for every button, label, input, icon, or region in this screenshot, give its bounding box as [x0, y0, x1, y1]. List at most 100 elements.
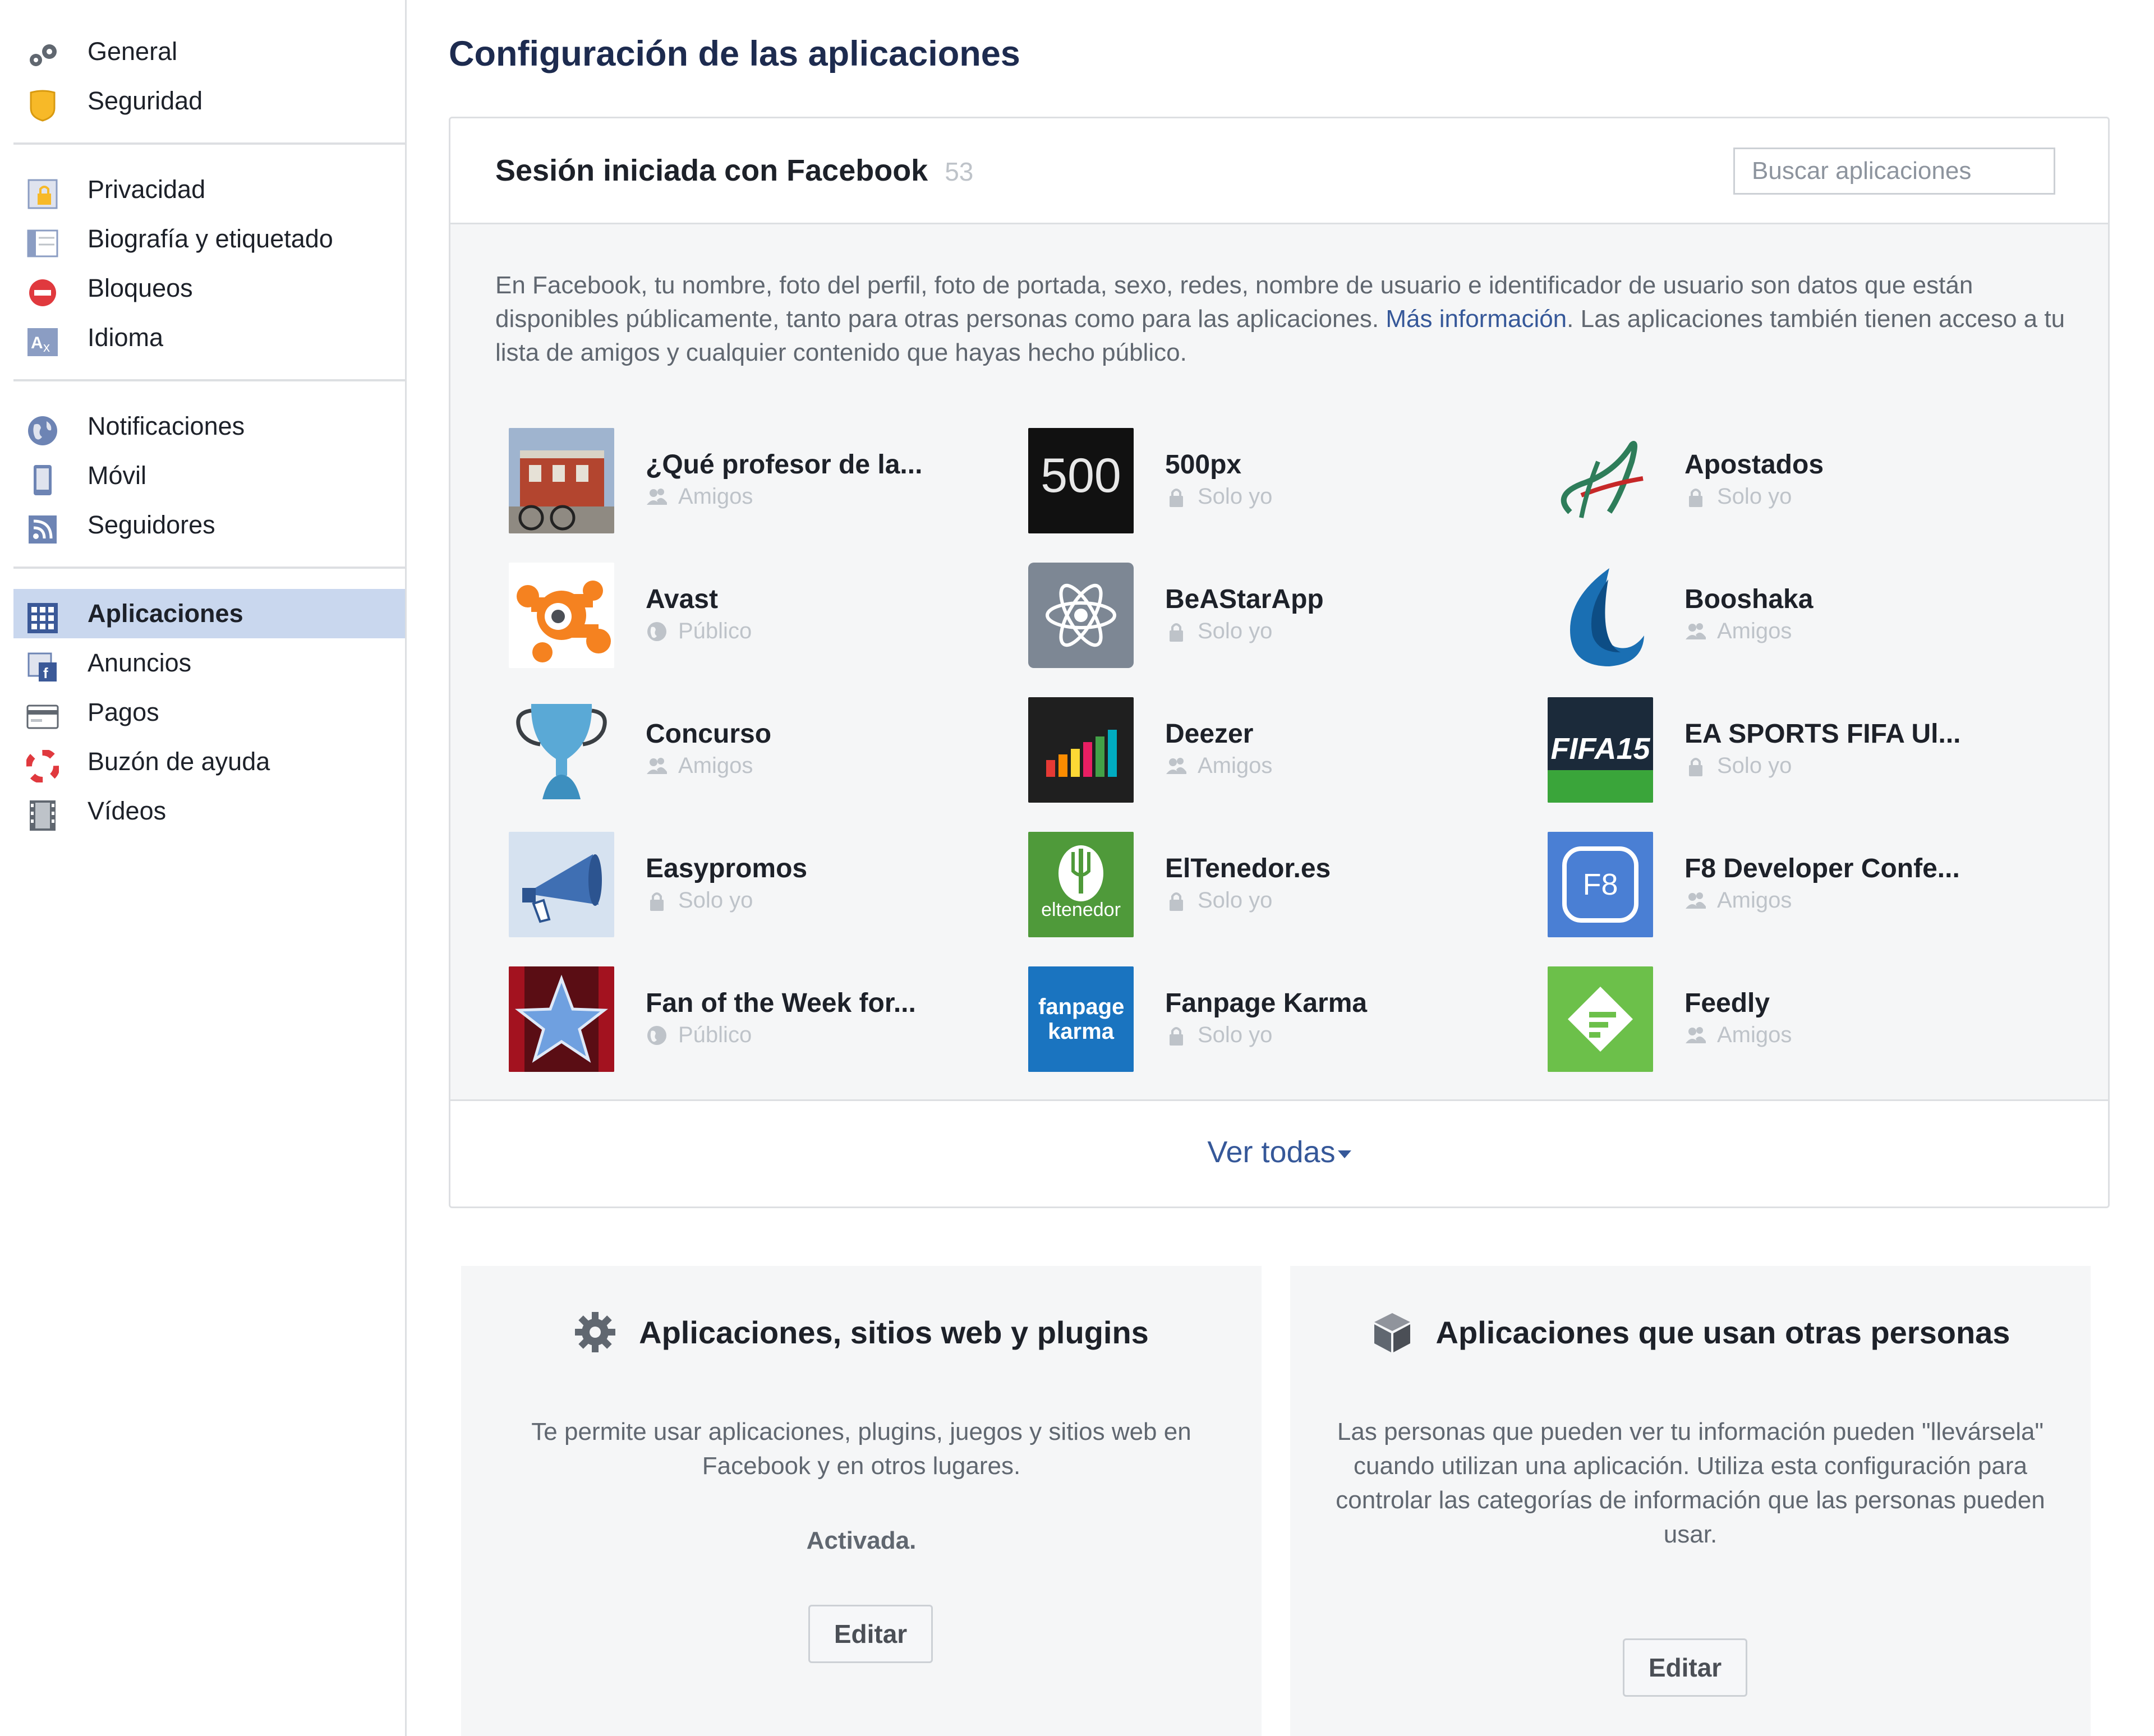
lock-icon [1689, 488, 1702, 507]
app-item[interactable]: Concurso Amigos [509, 697, 1002, 803]
gear-icon [575, 1312, 616, 1352]
sidebar-item-videos[interactable]: Vídeos [13, 786, 405, 836]
app-item[interactable]: eltenedor ElTenedor.es Solo yo [1028, 832, 1522, 937]
app-item[interactable]: fanpage karma Fanpage Karma Solo yo [1028, 966, 1522, 1072]
app-name: Apostados [1684, 450, 1824, 480]
app-privacy-label: Amigos [1717, 619, 1792, 643]
sidebar-item-label: Anuncios [88, 648, 192, 677]
sidebar-item-payments[interactable]: Pagos [13, 688, 405, 737]
globe-icon [647, 621, 666, 641]
friends-icon [1686, 1026, 1706, 1043]
language-icon: Ax [26, 325, 59, 359]
sidebar-item-timeline[interactable]: Biografía y etiquetado [13, 214, 405, 264]
app-privacy-label: Solo yo [1198, 619, 1273, 643]
app-name: Concurso [646, 719, 772, 749]
building-thumb [509, 428, 614, 533]
app-privacy-label: Solo yo [1198, 888, 1273, 913]
sidebar-item-label: Pagos [88, 698, 159, 726]
app-name: Easypromos [646, 854, 808, 883]
sidebar-item-support-inbox[interactable]: Buzón de ayuda [13, 737, 405, 786]
app-privacy: Público [646, 1023, 752, 1048]
friends-icon [1166, 757, 1186, 774]
page-title: Configuración de las aplicaciones [449, 34, 1020, 73]
lock-icon [1689, 757, 1702, 776]
settings-sidebar: General Seguridad Privacidad Biografía y… [0, 0, 407, 1736]
intro-text: En Facebook, tu nombre, foto del perfil,… [495, 269, 2066, 370]
deezer-logo [1028, 697, 1134, 803]
app-name: Deezer [1165, 719, 1254, 749]
card-title-text: Aplicaciones que usan otras personas [1435, 1314, 2010, 1350]
cube-icon [1374, 1313, 1410, 1352]
trophy-logo [509, 697, 614, 803]
lock-icon [1170, 1026, 1183, 1046]
sidebar-item-blocking[interactable]: Bloqueos [13, 264, 405, 313]
app-privacy: Solo yo [1165, 1023, 1272, 1048]
sidebar-item-followers[interactable]: Seguidores [13, 500, 405, 550]
app-item[interactable]: 500 500px Solo yo [1028, 428, 1522, 533]
card-title-text: Aplicaciones, sitios web y plugins [639, 1314, 1149, 1350]
app-name: Booshaka [1684, 584, 1814, 614]
atom-logo [1028, 563, 1134, 668]
app-item[interactable]: ¿Qué profesor de la... Amigos [509, 428, 1002, 533]
lock-icon [26, 177, 59, 211]
sidebar-item-privacy[interactable]: Privacidad [13, 165, 405, 214]
ads-icon: f [26, 651, 59, 684]
sidebar-item-label: Idioma [88, 323, 164, 352]
app-name: Avast [646, 584, 718, 614]
sidebar-item-apps[interactable]: Aplicaciones [13, 589, 405, 638]
mobile-icon [26, 463, 59, 497]
sidebar-item-notifications[interactable]: Notificaciones [13, 402, 405, 451]
app-privacy-label: Solo yo [1198, 484, 1273, 509]
f8-logo: F8 [1548, 832, 1653, 937]
search-apps-input[interactable] [1733, 148, 2055, 195]
app-privacy: Amigos [646, 484, 753, 509]
edit-button[interactable]: Editar [1623, 1638, 1747, 1697]
sidebar-item-label: Móvil [88, 461, 147, 490]
app-item[interactable]: F8 F8 Developer Confe... Amigos [1548, 832, 2041, 937]
see-all-link[interactable]: Ver todas [450, 1135, 2108, 1169]
panel-title-text: Sesión iniciada con Facebook [495, 154, 928, 187]
app-privacy: Solo yo [646, 888, 753, 913]
gears-icon [26, 39, 59, 73]
app-privacy: Solo yo [1165, 888, 1272, 913]
app-privacy-label: Público [678, 619, 752, 643]
app-count: 53 [945, 157, 974, 186]
sidebar-item-language[interactable]: Ax Idioma [13, 313, 405, 362]
app-item[interactable]: Avast Público [509, 563, 1002, 668]
sidebar-item-general[interactable]: General [13, 27, 405, 76]
app-item[interactable]: Apostados Solo yo [1548, 428, 2041, 533]
badge-icon [26, 89, 59, 122]
app-item[interactable]: Easypromos Solo yo [509, 832, 1002, 937]
app-privacy-label: Amigos [1717, 888, 1792, 913]
app-item[interactable]: Deezer Amigos [1028, 697, 1522, 803]
sidebar-item-label: Seguidores [88, 510, 215, 539]
edit-button[interactable]: Editar [808, 1605, 933, 1663]
sidebar-item-mobile[interactable]: Móvil [13, 451, 405, 500]
500px-logo: 500 [1028, 428, 1134, 533]
app-privacy-label: Amigos [1717, 1023, 1792, 1047]
avast-logo [509, 563, 614, 668]
app-name: BeAStarApp [1165, 584, 1324, 614]
lock-icon [1170, 488, 1183, 507]
more-info-link[interactable]: Más información [1386, 305, 1567, 333]
sidebar-item-label: Buzón de ayuda [88, 747, 270, 776]
block-icon [26, 276, 59, 310]
sidebar-item-security[interactable]: Seguridad [13, 76, 405, 126]
card-status: Activada. [806, 1527, 917, 1554]
app-item[interactable]: BeAStarApp Solo yo [1028, 563, 1522, 668]
svg-text:x: x [43, 340, 50, 355]
app-item[interactable]: FIFA15 EA SPORTS FIFA Ul... Solo yo [1548, 697, 2041, 803]
app-privacy-label: Solo yo [1717, 484, 1792, 509]
app-item[interactable]: Booshaka Amigos [1548, 563, 2041, 668]
sidebar-group-notifications: Notificaciones Móvil Seguidores [0, 402, 405, 550]
app-privacy-label: Público [678, 1023, 752, 1047]
card-description: Te permite usar aplicaciones, plugins, j… [531, 1418, 1191, 1480]
lock-icon [650, 892, 664, 911]
app-item[interactable]: Feedly Amigos [1548, 966, 2041, 1072]
lifebuoy-icon [26, 749, 59, 783]
logo-text: F8 [1582, 868, 1618, 901]
sidebar-item-label: Privacidad [88, 175, 206, 204]
app-item[interactable]: Fan of the Week for... Público [509, 966, 1002, 1072]
sidebar-item-ads[interactable]: f Anuncios [13, 638, 405, 688]
app-name: Feedly [1684, 988, 1770, 1018]
